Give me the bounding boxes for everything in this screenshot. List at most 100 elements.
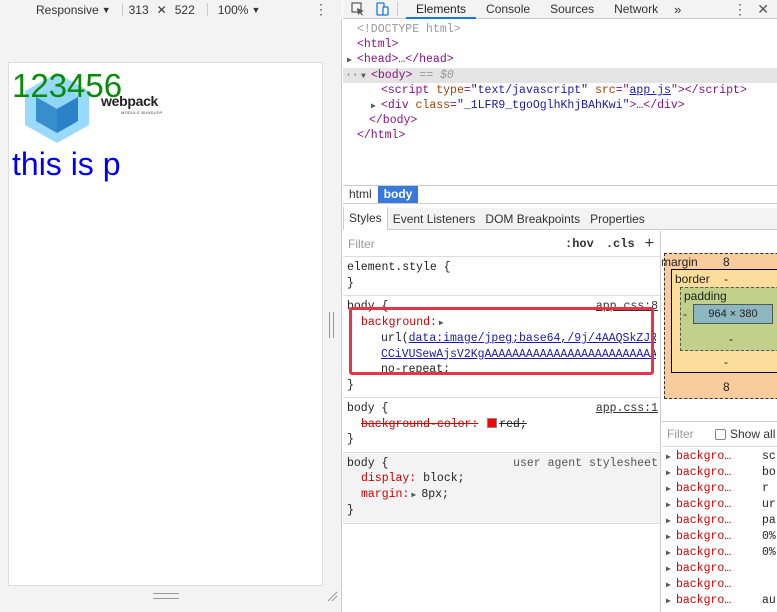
element-style-rule[interactable]: element.style { } xyxy=(343,257,660,296)
box-model-border[interactable]: border - - padding - - 964 × 380 xyxy=(671,269,777,373)
rule-source-link[interactable]: app.css:8 xyxy=(596,299,658,315)
breadcrumb-html[interactable]: html xyxy=(343,186,378,203)
computed-property-row[interactable]: ▶ backgro… bo xyxy=(662,465,777,481)
device-pane: Responsive ▼ 313 ✕ 522 100% ▼ ⋮ webpack xyxy=(0,0,342,612)
tab-network[interactable]: Network xyxy=(604,0,668,19)
box-model-margin[interactable]: margin 8 8 border - - padding - - 964 × … xyxy=(662,253,777,399)
zoom-select[interactable]: 100% ▼ xyxy=(218,3,261,17)
emulated-viewport: webpack MODULE BUNDLER 123456 this is p xyxy=(8,62,323,586)
computed-property-row[interactable]: ▶ backgro… ur xyxy=(662,497,777,513)
css-property[interactable]: display: block; xyxy=(347,471,656,487)
dom-node-head[interactable]: ▶ <head>…</head> xyxy=(343,52,777,67)
tab-styles[interactable]: Styles xyxy=(343,207,388,230)
computed-property-row[interactable]: ▶ backgro… pa xyxy=(662,513,777,529)
device-toolbar-icon[interactable] xyxy=(373,0,391,18)
css-rule-background-color[interactable]: body { app.css:1 background-color: red; … xyxy=(343,398,660,453)
css-property[interactable]: background: ▶ xyxy=(347,315,656,332)
device-select[interactable]: Responsive ▼ xyxy=(36,3,111,17)
css-property-overridden[interactable]: background-color: red; xyxy=(347,417,656,433)
dom-node-doctype[interactable]: <!DOCTYPE html> xyxy=(343,22,777,37)
breadcrumb-body[interactable]: body xyxy=(377,186,419,203)
expand-triangle-icon[interactable]: ▶ xyxy=(666,594,676,610)
expand-triangle-icon[interactable]: ▶ xyxy=(666,546,676,562)
property-name: background: xyxy=(361,315,437,329)
styles-filter-input[interactable]: Filter xyxy=(348,237,565,251)
expand-triangle-icon[interactable]: ▶ xyxy=(371,99,381,114)
computed-property-row[interactable]: ▶ backgro… xyxy=(662,561,777,577)
computed-property-name: backgro… xyxy=(676,514,732,527)
expand-triangle-icon[interactable]: ▶ xyxy=(666,466,676,482)
computed-property-row[interactable]: ▶ backgro… 0% xyxy=(662,529,777,545)
element-style-selector: element.style { xyxy=(347,261,451,274)
computed-property-row[interactable]: ▶ backgro… xyxy=(662,577,777,593)
expand-triangle-icon[interactable]: ▶ xyxy=(666,530,676,546)
computed-property-value: au xyxy=(762,594,776,607)
class-toggle[interactable]: .cls xyxy=(606,237,635,251)
computed-property-row[interactable]: ▶ backgro… 0% xyxy=(662,545,777,561)
dom-node-html-close[interactable]: </html> xyxy=(343,128,777,143)
hover-state-toggle[interactable]: :hov xyxy=(565,237,594,251)
screen: Responsive ▼ 313 ✕ 522 100% ▼ ⋮ webpack xyxy=(0,0,777,612)
viewport-side-resize-handle[interactable] xyxy=(329,312,334,338)
property-value-repeat: no-repeat; xyxy=(381,363,451,376)
script-src-link[interactable]: app.js xyxy=(630,84,671,97)
dom-node-div[interactable]: ▶ <div class="_1LFR9_tgoOglhKhjBAhKwi">…<… xyxy=(343,98,777,113)
box-model-padding[interactable]: padding - - 964 × 380 xyxy=(680,287,777,351)
expand-triangle-icon[interactable]: ▶ xyxy=(666,450,676,466)
margin-label: margin xyxy=(662,255,698,269)
height-input[interactable]: 522 xyxy=(175,3,195,17)
body-close-tag: </body> xyxy=(369,114,418,128)
rule-source-label: user agent stylesheet xyxy=(513,456,658,470)
expand-triangle-icon[interactable]: ▶ xyxy=(666,578,676,594)
computed-property-row[interactable]: ▶ backgro… r xyxy=(662,481,777,497)
expand-triangle-icon[interactable]: ▶ xyxy=(666,498,676,514)
close-icon[interactable]: ✕ xyxy=(757,0,769,19)
expand-triangle-icon[interactable]: ▶ xyxy=(411,488,421,504)
devtools-tabbar: Elements Console Sources Network » ⋮ ✕ xyxy=(343,0,777,19)
more-tabs-icon[interactable]: » xyxy=(668,2,687,17)
dom-node-script[interactable]: <script type="text/javascript" src="app.… xyxy=(343,83,777,98)
show-all-checkbox[interactable] xyxy=(715,428,726,440)
tab-event-listeners[interactable]: Event Listeners xyxy=(388,208,481,230)
tab-dom-breakpoints[interactable]: DOM Breakpoints xyxy=(480,208,585,230)
css-property[interactable]: margin: ▶ 8px; xyxy=(347,487,656,504)
expand-triangle-icon[interactable]: ▶ xyxy=(666,482,676,498)
border-label: border xyxy=(675,272,710,286)
tab-elements[interactable]: Elements xyxy=(406,0,477,19)
resize-corner-icon[interactable] xyxy=(326,590,338,602)
dom-node-body-close[interactable]: </body> xyxy=(343,113,777,128)
dom-node-html[interactable]: <html> xyxy=(343,37,777,52)
devtools-menu-icon[interactable]: ⋮ xyxy=(733,0,747,19)
expand-triangle-icon[interactable]: ▶ xyxy=(439,316,449,332)
script-type-attr: type xyxy=(436,83,464,97)
computed-property-name: backgro… xyxy=(676,450,732,463)
node-actions-icon[interactable]: ··· xyxy=(345,68,366,83)
new-rule-icon[interactable]: + xyxy=(645,235,654,253)
inspect-element-icon[interactable] xyxy=(349,0,367,18)
computed-filter-input[interactable]: Filter xyxy=(667,427,715,441)
rule-source-link[interactable]: app.css:1 xyxy=(596,401,658,417)
tab-console[interactable]: Console xyxy=(476,0,540,19)
width-input[interactable]: 313 xyxy=(129,3,149,17)
data-url-link-continued[interactable]: CCiVUSewAjsV2KgAAAAAAAAAAAAAAAAAAAAAAAAA… xyxy=(381,348,656,361)
property-name: margin: xyxy=(361,487,410,501)
tab-properties[interactable]: Properties xyxy=(585,208,650,230)
margin-bottom-value: 8 xyxy=(723,380,730,394)
computed-property-row[interactable]: ▶ backgro… au xyxy=(662,593,777,609)
zoom-select-label: 100% xyxy=(217,2,249,17)
expand-triangle-icon[interactable]: ▶ xyxy=(666,562,676,578)
script-type-value: "text/javascript" xyxy=(470,83,589,97)
dom-node-body[interactable]: ··· ▼ <body> == $0 xyxy=(343,67,777,83)
expand-triangle-icon[interactable]: ▶ xyxy=(666,514,676,530)
expand-triangle-icon[interactable]: ▶ xyxy=(347,53,357,68)
user-agent-rule[interactable]: body { user agent stylesheet display: bl… xyxy=(343,452,660,524)
data-url-link[interactable]: data:image/jpeg;base64,/9j/4AAQSkZJRgABA… xyxy=(409,332,656,345)
tab-sources[interactable]: Sources xyxy=(540,0,604,19)
div-class-attr: class xyxy=(415,98,451,112)
computed-property-row[interactable]: ▶ backgro… sc xyxy=(662,449,777,465)
css-rule-background[interactable]: body { app.css:8 background: ▶ url(data:i… xyxy=(343,296,660,398)
viewport-bottom-resize-handle[interactable] xyxy=(153,593,179,599)
more-options-icon[interactable]: ⋮ xyxy=(314,0,328,19)
box-model-content[interactable]: 964 × 380 xyxy=(693,304,773,324)
color-swatch-icon[interactable] xyxy=(487,417,498,428)
